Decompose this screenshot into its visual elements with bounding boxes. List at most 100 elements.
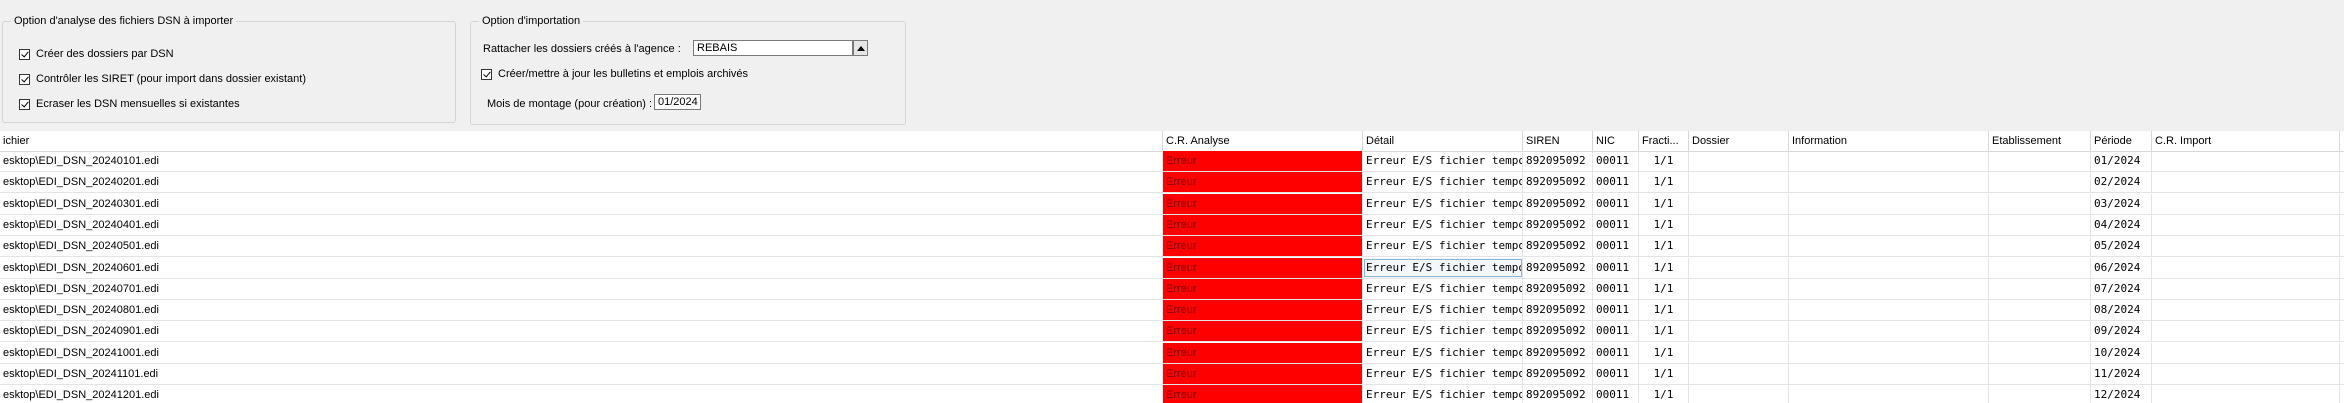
col-detail-cell[interactable]: Erreur E/S fichier temporaire bbox=[1363, 236, 1523, 257]
col-fraction-cell[interactable]: 1/1 bbox=[1639, 151, 1689, 171]
col-cr-import-cell[interactable] bbox=[2152, 214, 2340, 235]
table-row[interactable]: esktop\EDI_DSN_20240501.edi Erreur Erreur … bbox=[0, 236, 2344, 258]
check-siret-option[interactable]: Contrôler les SIRET (pour import dans do… bbox=[19, 73, 306, 85]
col-periode-cell[interactable]: 10/2024 bbox=[2091, 342, 2152, 363]
col-fichier-cell[interactable]: esktop\EDI_DSN_20241201.edi bbox=[0, 385, 1163, 403]
col-information-cell[interactable] bbox=[1789, 300, 1989, 321]
col-siren-cell[interactable]: 892095092 bbox=[1523, 257, 1593, 278]
table-row[interactable]: esktop\EDI_DSN_20240201.edi Erreur Erreur … bbox=[0, 172, 2344, 194]
col-fraction-cell[interactable]: 1/1 bbox=[1639, 300, 1689, 321]
col-cr-import-cell[interactable] bbox=[2152, 236, 2340, 257]
col-detail-cell[interactable]: Erreur E/S fichier temporaire bbox=[1363, 193, 1523, 214]
col-information-cell[interactable] bbox=[1789, 257, 1989, 278]
col-cr-analyse-cell[interactable]: Erreur bbox=[1163, 342, 1363, 363]
month-input[interactable]: 01/2024 bbox=[654, 94, 701, 110]
col-dossier-cell[interactable] bbox=[1689, 385, 1789, 403]
col-dossier-cell[interactable] bbox=[1689, 236, 1789, 257]
col-cr-import-cell[interactable] bbox=[2152, 342, 2340, 363]
col-detail-cell[interactable]: Erreur E/S fichier temporaire bbox=[1363, 151, 1523, 171]
col-fraction-cell[interactable]: 1/1 bbox=[1639, 214, 1689, 235]
col-periode-cell[interactable]: 09/2024 bbox=[2091, 321, 2152, 342]
col-dossier-cell[interactable] bbox=[1689, 342, 1789, 363]
col-nic-cell[interactable]: 00011 bbox=[1593, 385, 1639, 403]
col-information-cell[interactable] bbox=[1789, 342, 1989, 363]
col-fraction-cell[interactable]: 1/1 bbox=[1639, 257, 1689, 278]
col-dossier-cell[interactable] bbox=[1689, 364, 1789, 384]
col-cr-analyse-cell[interactable]: Erreur bbox=[1163, 172, 1363, 193]
col-periode-header[interactable]: Période bbox=[2091, 131, 2152, 151]
agency-input[interactable]: REBAIS bbox=[693, 40, 853, 56]
check-siret-checkbox[interactable] bbox=[19, 73, 30, 85]
col-siren-cell[interactable]: 892095092 bbox=[1523, 342, 1593, 363]
col-periode-cell[interactable]: 05/2024 bbox=[2091, 236, 2152, 257]
col-cr-analyse-cell[interactable]: Erreur bbox=[1163, 236, 1363, 257]
col-information-cell[interactable] bbox=[1789, 214, 1989, 235]
col-periode-cell[interactable]: 01/2024 bbox=[2091, 151, 2152, 171]
table-row[interactable]: esktop\EDI_DSN_20240401.edi Erreur Erreur … bbox=[0, 214, 2344, 236]
col-cr-import-cell[interactable] bbox=[2152, 172, 2340, 193]
table-row[interactable]: esktop\EDI_DSN_20240601.edi Erreur Erreur … bbox=[0, 257, 2344, 279]
col-dossier-cell[interactable] bbox=[1689, 193, 1789, 214]
col-fraction-cell[interactable]: 1/1 bbox=[1639, 236, 1689, 257]
col-fichier-cell[interactable]: esktop\EDI_DSN_20241101.edi bbox=[0, 364, 1163, 384]
col-etablissement-cell[interactable] bbox=[1989, 151, 2091, 171]
col-siren-cell[interactable]: 892095092 bbox=[1523, 214, 1593, 235]
col-fichier-cell[interactable]: esktop\EDI_DSN_20240501.edi bbox=[0, 236, 1163, 257]
col-dossier-cell[interactable] bbox=[1689, 257, 1789, 278]
col-cr-import-cell[interactable] bbox=[2152, 193, 2340, 214]
col-etablissement-header[interactable]: Etablissement bbox=[1989, 131, 2091, 151]
col-cr-analyse-cell[interactable]: Erreur bbox=[1163, 257, 1363, 278]
col-siren-cell[interactable]: 892095092 bbox=[1523, 193, 1593, 214]
col-siren-cell[interactable]: 892095092 bbox=[1523, 172, 1593, 193]
create-folders-option[interactable]: Créer des dossiers par DSN bbox=[19, 48, 174, 60]
col-cr-import-cell[interactable] bbox=[2152, 385, 2340, 403]
col-fichier-cell[interactable]: esktop\EDI_DSN_20240301.edi bbox=[0, 193, 1163, 214]
col-periode-cell[interactable]: 08/2024 bbox=[2091, 300, 2152, 321]
col-cr-analyse-cell[interactable]: Erreur bbox=[1163, 385, 1363, 403]
col-detail-cell[interactable]: Erreur E/S fichier temporaire bbox=[1363, 278, 1523, 299]
col-information-header[interactable]: Information bbox=[1789, 131, 1989, 151]
col-cr-import-header[interactable]: C.R. Import bbox=[2152, 131, 2340, 151]
col-nic-cell[interactable]: 00011 bbox=[1593, 278, 1639, 299]
col-nic-cell[interactable]: 00011 bbox=[1593, 214, 1639, 235]
col-cr-analyse-cell[interactable]: Erreur bbox=[1163, 300, 1363, 321]
col-detail-cell[interactable]: Erreur E/S fichier temporaire bbox=[1363, 364, 1523, 384]
col-siren-cell[interactable]: 892095092 bbox=[1523, 364, 1593, 384]
col-etablissement-cell[interactable] bbox=[1989, 385, 2091, 403]
col-fichier-cell[interactable]: esktop\EDI_DSN_20240401.edi bbox=[0, 214, 1163, 235]
col-nic-cell[interactable]: 00011 bbox=[1593, 342, 1639, 363]
col-cr-analyse-cell[interactable]: Erreur bbox=[1163, 278, 1363, 299]
col-periode-cell[interactable]: 03/2024 bbox=[2091, 193, 2152, 214]
col-periode-cell[interactable]: 11/2024 bbox=[2091, 364, 2152, 384]
col-cr-import-cell[interactable] bbox=[2152, 257, 2340, 278]
col-dossier-cell[interactable] bbox=[1689, 151, 1789, 171]
col-cr-import-cell[interactable] bbox=[2152, 278, 2340, 299]
col-nic-cell[interactable]: 00011 bbox=[1593, 257, 1639, 278]
col-information-cell[interactable] bbox=[1789, 193, 1989, 214]
col-dossier-cell[interactable] bbox=[1689, 300, 1789, 321]
col-fraction-cell[interactable]: 1/1 bbox=[1639, 172, 1689, 193]
col-nic-cell[interactable]: 00011 bbox=[1593, 151, 1639, 171]
col-detail-cell[interactable]: Erreur E/S fichier temporaire bbox=[1363, 257, 1523, 278]
col-fraction-cell[interactable]: 1/1 bbox=[1639, 278, 1689, 299]
table-row[interactable]: esktop\EDI_DSN_20240801.edi Erreur Erreur … bbox=[0, 300, 2344, 322]
col-cr-analyse-cell[interactable]: Erreur bbox=[1163, 321, 1363, 342]
col-etablissement-cell[interactable] bbox=[1989, 257, 2091, 278]
col-cr-analyse-cell[interactable]: Erreur bbox=[1163, 364, 1363, 384]
col-siren-cell[interactable]: 892095092 bbox=[1523, 151, 1593, 171]
col-nic-cell[interactable]: 00011 bbox=[1593, 300, 1639, 321]
col-nic-header[interactable]: NIC bbox=[1593, 131, 1639, 151]
col-fichier-cell[interactable]: esktop\EDI_DSN_20240701.edi bbox=[0, 278, 1163, 299]
col-fraction-cell[interactable]: 1/1 bbox=[1639, 342, 1689, 363]
col-siren-cell[interactable]: 892095092 bbox=[1523, 236, 1593, 257]
col-siren-cell[interactable]: 892095092 bbox=[1523, 385, 1593, 403]
overwrite-dsn-option[interactable]: Ecraser les DSN mensuelles si existantes bbox=[19, 98, 240, 110]
col-dossier-cell[interactable] bbox=[1689, 321, 1789, 342]
col-etablissement-cell[interactable] bbox=[1989, 278, 2091, 299]
col-fraction-header[interactable]: Fracti... bbox=[1639, 131, 1689, 151]
overwrite-dsn-checkbox[interactable] bbox=[19, 98, 30, 110]
table-row[interactable]: esktop\EDI_DSN_20241101.edi Erreur Erreur … bbox=[0, 364, 2344, 385]
col-siren-cell[interactable]: 892095092 bbox=[1523, 300, 1593, 321]
col-information-cell[interactable] bbox=[1789, 151, 1989, 171]
col-fraction-cell[interactable]: 1/1 bbox=[1639, 364, 1689, 384]
